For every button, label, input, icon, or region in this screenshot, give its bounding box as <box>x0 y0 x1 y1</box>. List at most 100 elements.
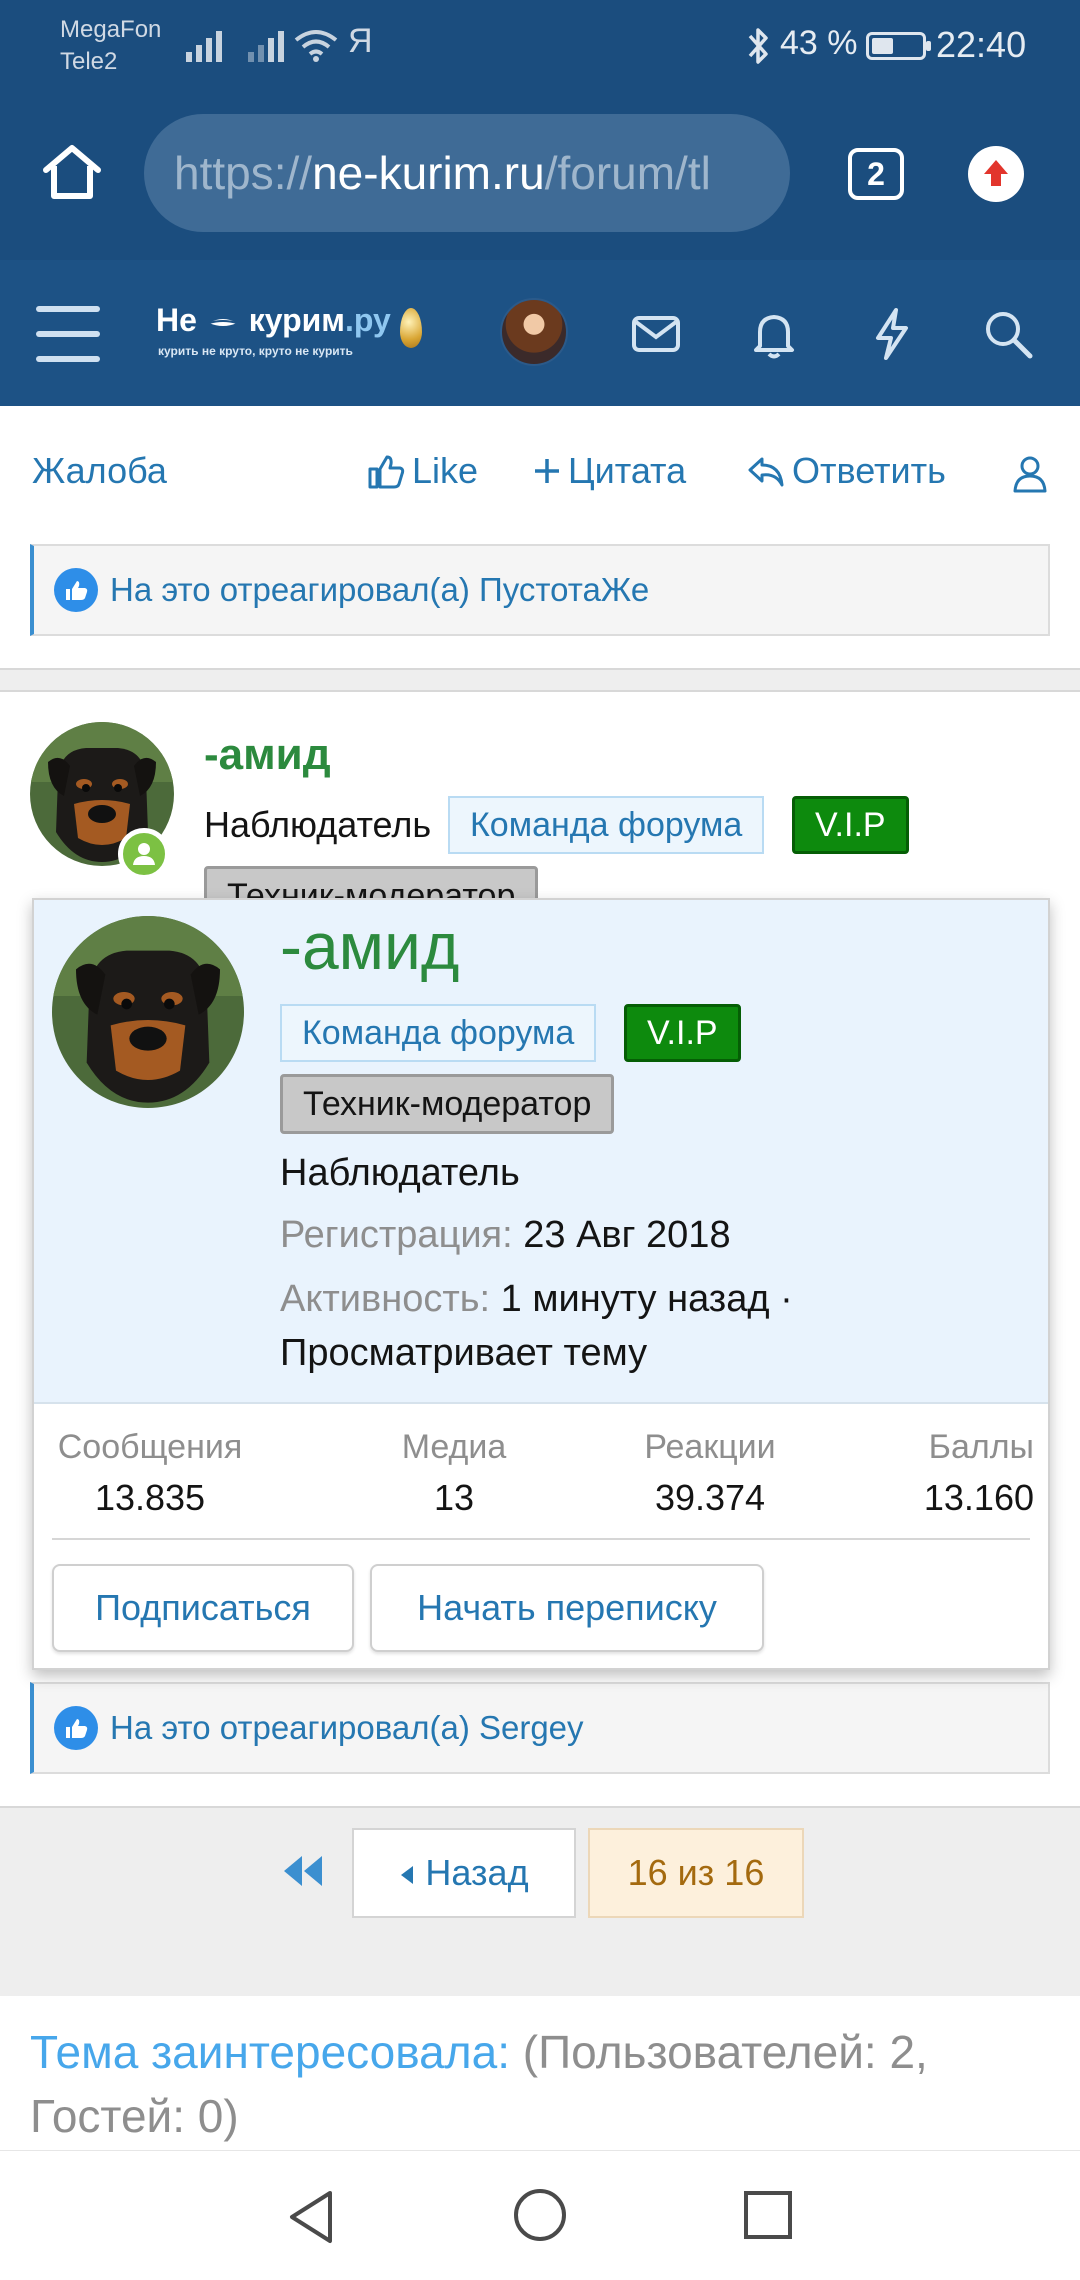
home-icon[interactable] <box>40 140 104 204</box>
member-banner-tech: Техник-модератор <box>280 1074 615 1134</box>
stat-label: Медиа <box>401 1428 507 1466</box>
tabs-button[interactable]: 2 <box>848 148 904 200</box>
golden-egg-icon <box>400 308 422 348</box>
page-position-button[interactable]: 16 из 16 <box>588 1828 804 1918</box>
logo-wordmark: Не курим.ру <box>156 302 391 339</box>
online-status-icon <box>118 828 170 880</box>
registered-label: Регистрация: <box>280 1214 513 1256</box>
search-icon[interactable] <box>978 304 1038 364</box>
address-bar[interactable]: https://ne-kurim.ru/forum/tl <box>144 114 790 232</box>
url-path: /forum/tl <box>544 147 711 199</box>
url-domain: ne-kurim.ru <box>312 147 545 199</box>
stat-label: Баллы <box>928 1428 1034 1466</box>
yandex-icon: Я <box>348 22 373 60</box>
post-actions-bar: Жалоба Like Цитата Ответить <box>0 440 1080 510</box>
member-user-title: Наблюдатель <box>280 1152 520 1194</box>
clock: 22:40 <box>936 24 1027 65</box>
like-button[interactable]: Like <box>366 450 478 492</box>
start-conversation-button[interactable]: Начать переписку <box>370 1564 764 1652</box>
bell-icon[interactable] <box>744 304 804 364</box>
activity-label: Активность: <box>280 1278 491 1320</box>
quote-button[interactable]: Цитата <box>532 450 686 492</box>
battery-percent: 43 % <box>780 24 858 62</box>
topic-viewers-info: Тема заинтересовала: (Пользователей: 2, … <box>30 2020 1060 2148</box>
user-icon[interactable] <box>1012 454 1048 494</box>
activity-detail: Просматривает тему <box>280 1332 648 1374</box>
post-username[interactable]: -амид <box>204 730 331 780</box>
post-divider <box>0 668 1080 692</box>
stat-messages[interactable]: Сообщения 13.835 <box>52 1428 248 1519</box>
like-label: Like <box>412 450 479 491</box>
android-nav-bar <box>0 2150 1080 2280</box>
logo-right: курим <box>248 302 345 338</box>
activity-value: 1 минуту назад · <box>500 1278 793 1320</box>
triangle-back-icon[interactable] <box>284 2187 338 2247</box>
update-arrow-icon[interactable] <box>968 146 1024 202</box>
reactions-bar[interactable]: На это отреагировал(а) Sergey <box>30 1682 1050 1774</box>
member-avatar[interactable] <box>52 916 244 1108</box>
battery-icon <box>866 32 931 60</box>
stat-media[interactable]: Медиа 13 <box>374 1428 534 1519</box>
signal-icon <box>248 26 284 62</box>
hamburger-menu-icon[interactable] <box>36 306 100 362</box>
member-registered: Регистрация: 23 Авг 2018 <box>280 1214 731 1257</box>
stat-value: 39.374 <box>654 1477 766 1518</box>
follow-button[interactable]: Подписаться <box>52 1564 354 1652</box>
reactions-bar[interactable]: На это отреагировал(а) ПустотаЖе <box>30 544 1050 636</box>
logo-tld: .ру <box>344 302 391 338</box>
card-divider <box>34 1402 1048 1404</box>
carrier-names: MegaFon Tele2 <box>60 14 161 78</box>
account-avatar[interactable] <box>500 298 568 366</box>
circle-home-icon[interactable] <box>510 2185 570 2245</box>
logo-tagline: курить не круто, круто не курить <box>158 344 353 358</box>
post-user-title: Наблюдатель <box>204 804 432 845</box>
thumbs-up-icon <box>368 455 405 489</box>
reactions-text: На это отреагировал(а) Sergey <box>110 1709 584 1746</box>
stat-value: 13.160 <box>923 1477 1034 1518</box>
logo-left: Не <box>156 302 197 338</box>
member-card-header: -амид Команда форума V.I.P Техник-модера… <box>34 900 1048 1402</box>
triangle-left-icon <box>401 1866 414 1884</box>
like-reaction-icon <box>54 568 98 612</box>
signal-icon <box>186 26 222 62</box>
previous-page-label: Назад <box>425 1852 529 1893</box>
carrier-2: Tele2 <box>60 48 118 75</box>
browser-toolbar: https://ne-kurim.ru/forum/tl 2 <box>0 100 1080 260</box>
previous-page-button[interactable]: Назад <box>352 1828 576 1918</box>
status-bar: MegaFon Tele2 Я 43 % 22:40 <box>0 0 1080 100</box>
member-username[interactable]: -амид <box>280 908 459 984</box>
double-chevron-left-icon[interactable] <box>278 1846 328 1896</box>
reply-label: Ответить <box>792 450 946 491</box>
reply-button[interactable]: Ответить <box>746 450 946 492</box>
site-header: Не курим.ру курить не круто, круто не ку… <box>0 260 1080 406</box>
square-recents-icon[interactable] <box>740 2187 796 2243</box>
stat-value: 13.835 <box>94 1477 206 1518</box>
topic-viewers-label: Тема заинтересовала: <box>30 2026 510 2078</box>
report-link[interactable]: Жалоба <box>32 450 167 492</box>
card-divider <box>52 1538 1030 1540</box>
lightning-icon[interactable] <box>862 304 922 364</box>
stat-reactions[interactable]: Реакции 39.374 <box>624 1428 796 1519</box>
envelope-icon[interactable] <box>626 304 686 364</box>
member-activity: Активность: 1 минуту назад · <box>280 1278 793 1321</box>
member-banner-team: Команда форума <box>280 1004 597 1062</box>
url-scheme: https:// <box>174 147 313 199</box>
battery-fill <box>872 38 893 54</box>
wifi-icon <box>294 30 338 62</box>
reply-arrow-icon <box>748 457 784 487</box>
stat-value: 13 <box>433 1477 475 1518</box>
carrier-1: MegaFon <box>60 16 162 43</box>
stat-label: Сообщения <box>57 1428 243 1466</box>
banner-vip: V.I.P <box>792 796 909 854</box>
site-logo[interactable]: Не курим.ру курить не круто, круто не ку… <box>156 302 426 364</box>
like-reaction-icon <box>54 1706 98 1750</box>
stat-points[interactable]: Баллы 13.160 <box>894 1428 1034 1519</box>
plus-icon <box>535 459 559 483</box>
registered-value: 23 Авг 2018 <box>523 1214 731 1256</box>
member-banner-vip: V.I.P <box>624 1004 741 1062</box>
stat-label: Реакции <box>644 1428 776 1466</box>
banner-team: Команда форума <box>448 796 765 854</box>
bluetooth-icon <box>748 28 768 64</box>
reactions-text: На это отреагировал(а) ПустотаЖе <box>110 571 650 608</box>
cigarette-icon <box>208 318 238 326</box>
